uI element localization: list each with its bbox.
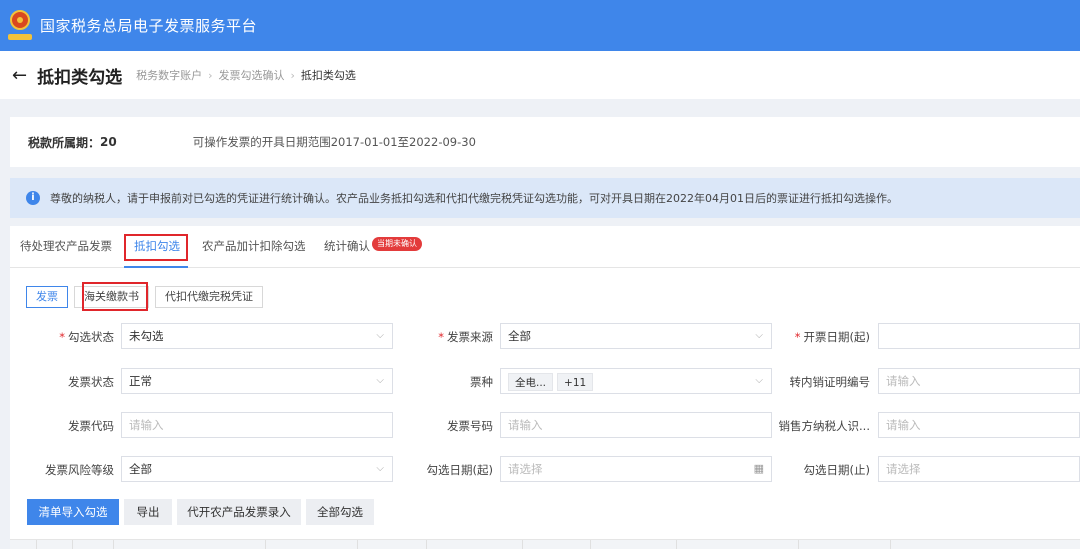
info-icon: i [26, 191, 40, 205]
tab-pending-agri[interactable]: 待处理农产品发票 [20, 238, 112, 254]
app-title: 国家税务总局电子发票服务平台 [40, 17, 258, 35]
date-range-text: 可操作发票的开具日期范围2017-01-01至2022-09-30 [192, 135, 476, 149]
invoice-code-label: 发票代码 [68, 419, 114, 433]
breadcrumb-item-confirm[interactable]: 发票勾选确认 [219, 67, 285, 83]
export-button[interactable]: 导出 [124, 499, 172, 525]
check-status-select[interactable]: 未勾选 ⌵ [121, 323, 393, 349]
transfer-cert-input[interactable]: 请输入 [878, 368, 1080, 394]
breadcrumb-separator: › [208, 68, 213, 82]
top-bar: 国家税务总局电子发票服务平台 [0, 0, 1080, 51]
invoice-status-select[interactable]: 正常 ⌵ [121, 368, 393, 394]
issue-date-start-label: * 开票日期(起) [794, 330, 870, 344]
import-check-button[interactable]: 清单导入勾选 [27, 499, 119, 525]
chevron-down-icon: ⌵ [755, 330, 763, 341]
ticket-type-chip: 全电... [508, 372, 554, 391]
check-date-start-picker[interactable]: 请选择 ▦ [500, 456, 772, 482]
tab-agri-extra[interactable]: 农产品加计扣除勾选 [202, 238, 306, 254]
breadcrumb-item-current: 抵扣类勾选 [300, 69, 356, 82]
tab-statistics[interactable]: 统计确认 [324, 238, 370, 254]
redacted-area [116, 135, 187, 149]
risk-level-select[interactable]: 全部 ⌵ [121, 456, 393, 482]
page-header: ← 抵扣类勾选 税务数字账户 › 发票勾选确认 › 抵扣类勾选 [0, 51, 1080, 99]
breadcrumb-separator: › [290, 68, 295, 82]
ticket-type-select[interactable]: 全电... +11 ⌵ [500, 368, 772, 394]
breadcrumb-item-account[interactable]: 税务数字账户 [136, 67, 202, 83]
issue-date-start-input[interactable] [878, 323, 1080, 349]
transfer-cert-label: 转内销证明编号 [789, 375, 871, 389]
active-tab-indicator [124, 266, 188, 268]
main-panel: 待处理农产品发票 抵扣勾选 农产品加计扣除勾选 统计确认 当期未确认 发票 海关… [10, 226, 1080, 549]
highlight-box-tab [124, 234, 188, 261]
seller-tax-id-input[interactable]: 请输入 [878, 412, 1080, 438]
invoice-source-select[interactable]: 全部 ⌵ [500, 323, 772, 349]
seller-tax-id-label: 销售方纳税人识... [778, 419, 870, 433]
table-header [10, 539, 1080, 549]
notice-banner: i 尊敬的纳税人，请于申报前对已勾选的凭证进行统计确认。农产品业务抵扣勾选和代扣… [10, 178, 1080, 218]
risk-level-label: 发票风险等级 [45, 463, 114, 477]
select-all-button[interactable]: 全部勾选 [306, 499, 374, 525]
calendar-icon: ▦ [753, 462, 764, 475]
notice-text: 尊敬的纳税人，请于申报前对已勾选的凭证进行统计确认。农产品业务抵扣勾选和代扣代缴… [50, 192, 898, 205]
ticket-type-label: 票种 [470, 375, 493, 389]
chevron-down-icon: ⌵ [376, 463, 384, 474]
subtab-withholding[interactable]: 代扣代缴完税凭证 [155, 286, 263, 308]
invoice-source-label: * 发票来源 [438, 330, 493, 344]
tax-period-label: 税款所属期： [28, 135, 101, 150]
page-title: 抵扣类勾选 [37, 67, 123, 88]
ticket-type-more-chip: +11 [557, 372, 594, 391]
invoice-number-label: 发票号码 [447, 419, 493, 433]
invoice-status-label: 发票状态 [68, 375, 114, 389]
chevron-down-icon: ⌵ [376, 330, 384, 341]
invoice-number-input[interactable]: 请输入 [500, 412, 772, 438]
agri-invoice-entry-button[interactable]: 代开农产品发票录入 [177, 499, 301, 525]
status-badge: 当期未确认 [372, 237, 422, 251]
chevron-down-icon: ⌵ [755, 375, 763, 386]
tax-emblem-icon [8, 8, 32, 44]
check-date-end-label: 勾选日期(止) [803, 463, 870, 477]
check-date-end-picker[interactable]: 请选择 [878, 456, 1080, 482]
highlight-box-customs [82, 282, 148, 311]
tax-period-card: 税款所属期： 20 可操作发票的开具日期范围2017-01-01至2022-09… [10, 117, 1080, 167]
subtab-invoice[interactable]: 发票 [26, 286, 68, 308]
tax-period-value: 20 [100, 135, 117, 149]
back-arrow-icon[interactable]: ← [12, 65, 27, 86]
chevron-down-icon: ⌵ [376, 375, 384, 386]
invoice-code-input[interactable]: 请输入 [121, 412, 393, 438]
check-date-start-label: 勾选日期(起) [426, 463, 493, 477]
check-status-label: * 勾选状态 [59, 330, 114, 344]
